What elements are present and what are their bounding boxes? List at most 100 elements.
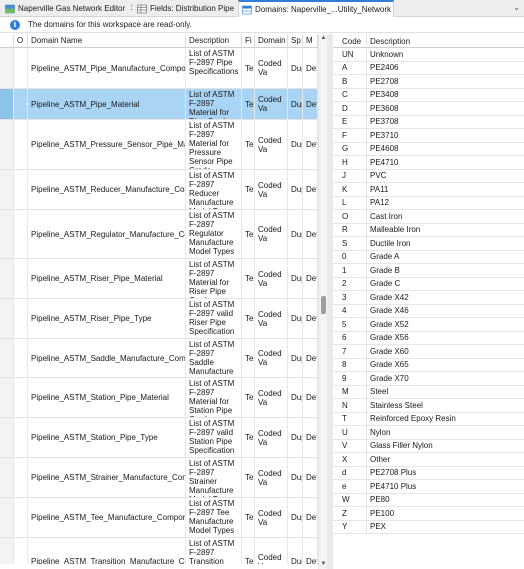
cell-code[interactable]: E <box>339 115 367 128</box>
cell-domain-name[interactable]: Pipeline_ASTM_Pipe_Material <box>28 89 186 119</box>
cell-code-description[interactable]: PA11 <box>367 183 524 196</box>
row-header[interactable] <box>0 210 14 258</box>
table-row[interactable]: Pipeline_ASTM_Transition_Manufacture_Com… <box>0 538 318 564</box>
cell-description[interactable]: List of ASTM F-2897 Material for Pressur… <box>186 120 242 169</box>
list-item[interactable]: Y PEX <box>333 520 524 534</box>
cell-o[interactable] <box>14 170 28 209</box>
cell-code[interactable]: O <box>339 210 367 223</box>
list-item[interactable]: 6 Grade X56 <box>333 331 524 345</box>
cell-domain-type[interactable]: Coded Va <box>255 418 288 457</box>
cell-domain-type[interactable]: Coded Va <box>255 299 288 338</box>
cell-domain-name[interactable]: Pipeline_ASTM_Station_Pipe_Type <box>28 418 186 457</box>
cell-code-description[interactable]: PE3710 <box>367 129 524 142</box>
cell-code[interactable]: 1 <box>339 264 367 277</box>
list-item[interactable]: 9 Grade X70 <box>333 372 524 386</box>
cell-o[interactable] <box>14 498 28 537</box>
cell-merge-policy[interactable]: Def <box>303 120 318 169</box>
list-item[interactable]: T Reinforced Epoxy Resin <box>333 412 524 426</box>
table-row[interactable]: Pipeline_ASTM_Strainer_Manufacture_Compo… <box>0 458 318 498</box>
cell-domain-name[interactable]: Pipeline_ASTM_Saddle_Manufacture_Compone… <box>28 339 186 377</box>
list-item[interactable]: d PE2708 Plus <box>333 466 524 480</box>
cell-code[interactable]: N <box>339 399 367 412</box>
cell-merge-policy[interactable]: Def <box>303 299 318 338</box>
list-item[interactable]: U Nylon <box>333 426 524 440</box>
cell-domain-name[interactable]: Pipeline_ASTM_Riser_Pipe_Type <box>28 299 186 338</box>
table-row[interactable]: Pipeline_ASTM_Riser_Pipe_Material List of… <box>0 259 318 299</box>
cell-code[interactable]: 3 <box>339 291 367 304</box>
cell-code-description[interactable]: Grade A <box>367 251 524 264</box>
cell-o[interactable] <box>14 339 28 377</box>
cell-code[interactable]: 4 <box>339 304 367 317</box>
cell-code-description[interactable]: Grade X42 <box>367 291 524 304</box>
list-item[interactable]: 8 Grade X65 <box>333 358 524 372</box>
cell-code-description[interactable]: Grade X46 <box>367 305 524 318</box>
cell-field-type[interactable]: Tex <box>242 299 255 338</box>
row-header[interactable] <box>0 538 14 564</box>
cell-code[interactable]: X <box>339 453 367 466</box>
list-item[interactable]: O Cast Iron <box>333 210 524 224</box>
cell-field-type[interactable]: Tex <box>242 378 255 417</box>
cell-code[interactable]: e <box>339 480 367 493</box>
cell-description[interactable]: List of ASTM F-2897 Strainer Manufacture… <box>186 458 242 497</box>
cell-description[interactable]: List of ASTM F-2897 Saddle Manufacture M… <box>186 339 242 377</box>
cell-code-description[interactable]: Grade X52 <box>367 318 524 331</box>
cell-merge-policy[interactable]: Def <box>303 538 318 564</box>
cell-split-policy[interactable]: Dup <box>288 538 303 564</box>
cell-field-type[interactable]: Tex <box>242 48 255 88</box>
cell-code[interactable]: G <box>339 142 367 155</box>
cell-code[interactable]: T <box>339 412 367 425</box>
table-row[interactable]: Pipeline_ASTM_Reducer_Manufacture_Compon… <box>0 170 318 210</box>
list-item[interactable]: Z PE100 <box>333 507 524 521</box>
cell-code-description[interactable]: Unknown <box>367 48 524 61</box>
column-header-code-description[interactable]: Description <box>367 34 524 48</box>
cell-code[interactable]: S <box>339 237 367 250</box>
row-header[interactable] <box>0 170 14 209</box>
cell-code-description[interactable]: Ductile Iron <box>367 237 524 250</box>
cell-code-description[interactable]: Grade B <box>367 264 524 277</box>
cell-domain-name[interactable]: Pipeline_ASTM_Tee_Manufacture_Component <box>28 498 186 537</box>
list-item[interactable]: B PE2708 <box>333 75 524 89</box>
row-header[interactable] <box>0 498 14 537</box>
cell-code[interactable]: U <box>339 426 367 439</box>
list-item[interactable]: S Ductile Iron <box>333 237 524 251</box>
list-item[interactable]: L PA12 <box>333 196 524 210</box>
list-item[interactable]: H PE4710 <box>333 156 524 170</box>
table-row[interactable]: Pipeline_ASTM_Pipe_Manufacture_Component… <box>0 48 318 89</box>
list-item[interactable]: R Malleable Iron <box>333 223 524 237</box>
cell-o[interactable] <box>14 259 28 298</box>
row-header[interactable] <box>0 339 14 377</box>
cell-domain-type[interactable]: Coded Va <box>255 89 288 119</box>
cell-code-description[interactable]: PE2708 Plus <box>367 467 524 480</box>
cell-code-description[interactable]: PE3708 <box>367 116 524 129</box>
cell-description[interactable]: List of ASTM F-2897 Pipe Specifications <box>186 48 242 88</box>
cell-field-type[interactable]: Tex <box>242 89 255 119</box>
cell-o[interactable] <box>14 299 28 338</box>
cell-code-description[interactable]: Nylon <box>367 426 524 439</box>
cell-merge-policy[interactable]: Def <box>303 259 318 298</box>
cell-domain-name[interactable]: Pipeline_ASTM_Riser_Pipe_Material <box>28 259 186 298</box>
list-item[interactable]: J PVC <box>333 169 524 183</box>
cell-field-type[interactable]: Tex <box>242 458 255 497</box>
cell-field-type[interactable]: Tex <box>242 498 255 537</box>
list-item[interactable]: e PE4710 Plus <box>333 480 524 494</box>
cell-field-type[interactable]: Tex <box>242 418 255 457</box>
cell-code-description[interactable]: PE2708 <box>367 75 524 88</box>
list-item[interactable]: N Stainless Steel <box>333 399 524 413</box>
cell-domain-name[interactable]: Pipeline_ASTM_Transition_Manufacture_Com… <box>28 538 186 564</box>
cell-merge-policy[interactable]: Def <box>303 170 318 209</box>
cell-code-description[interactable]: Other <box>367 453 524 466</box>
domains-vertical-scrollbar[interactable]: ▲ ▼ <box>318 34 327 569</box>
cell-code-description[interactable]: Reinforced Epoxy Resin <box>367 413 524 426</box>
cell-description[interactable]: List of ASTM F-2897 Transition Manufactu… <box>186 538 242 564</box>
cell-merge-policy[interactable]: Def <box>303 498 318 537</box>
cell-description[interactable]: List of ASTM F-2897 Material for Riser P… <box>186 259 242 298</box>
column-header-domain-name[interactable]: Domain Name <box>28 34 186 48</box>
cell-domain-type[interactable]: Coded Va <box>255 259 288 298</box>
cell-code[interactable]: A <box>339 61 367 74</box>
cell-code[interactable]: H <box>339 156 367 169</box>
cell-code-description[interactable]: PE80 <box>367 494 524 507</box>
list-item[interactable]: 1 Grade B <box>333 264 524 278</box>
row-header[interactable] <box>0 458 14 497</box>
table-row[interactable]: Pipeline_ASTM_Station_Pipe_Type List of A… <box>0 418 318 458</box>
cell-description[interactable]: List of ASTM F-2897 Reducer Manufacture … <box>186 170 242 209</box>
